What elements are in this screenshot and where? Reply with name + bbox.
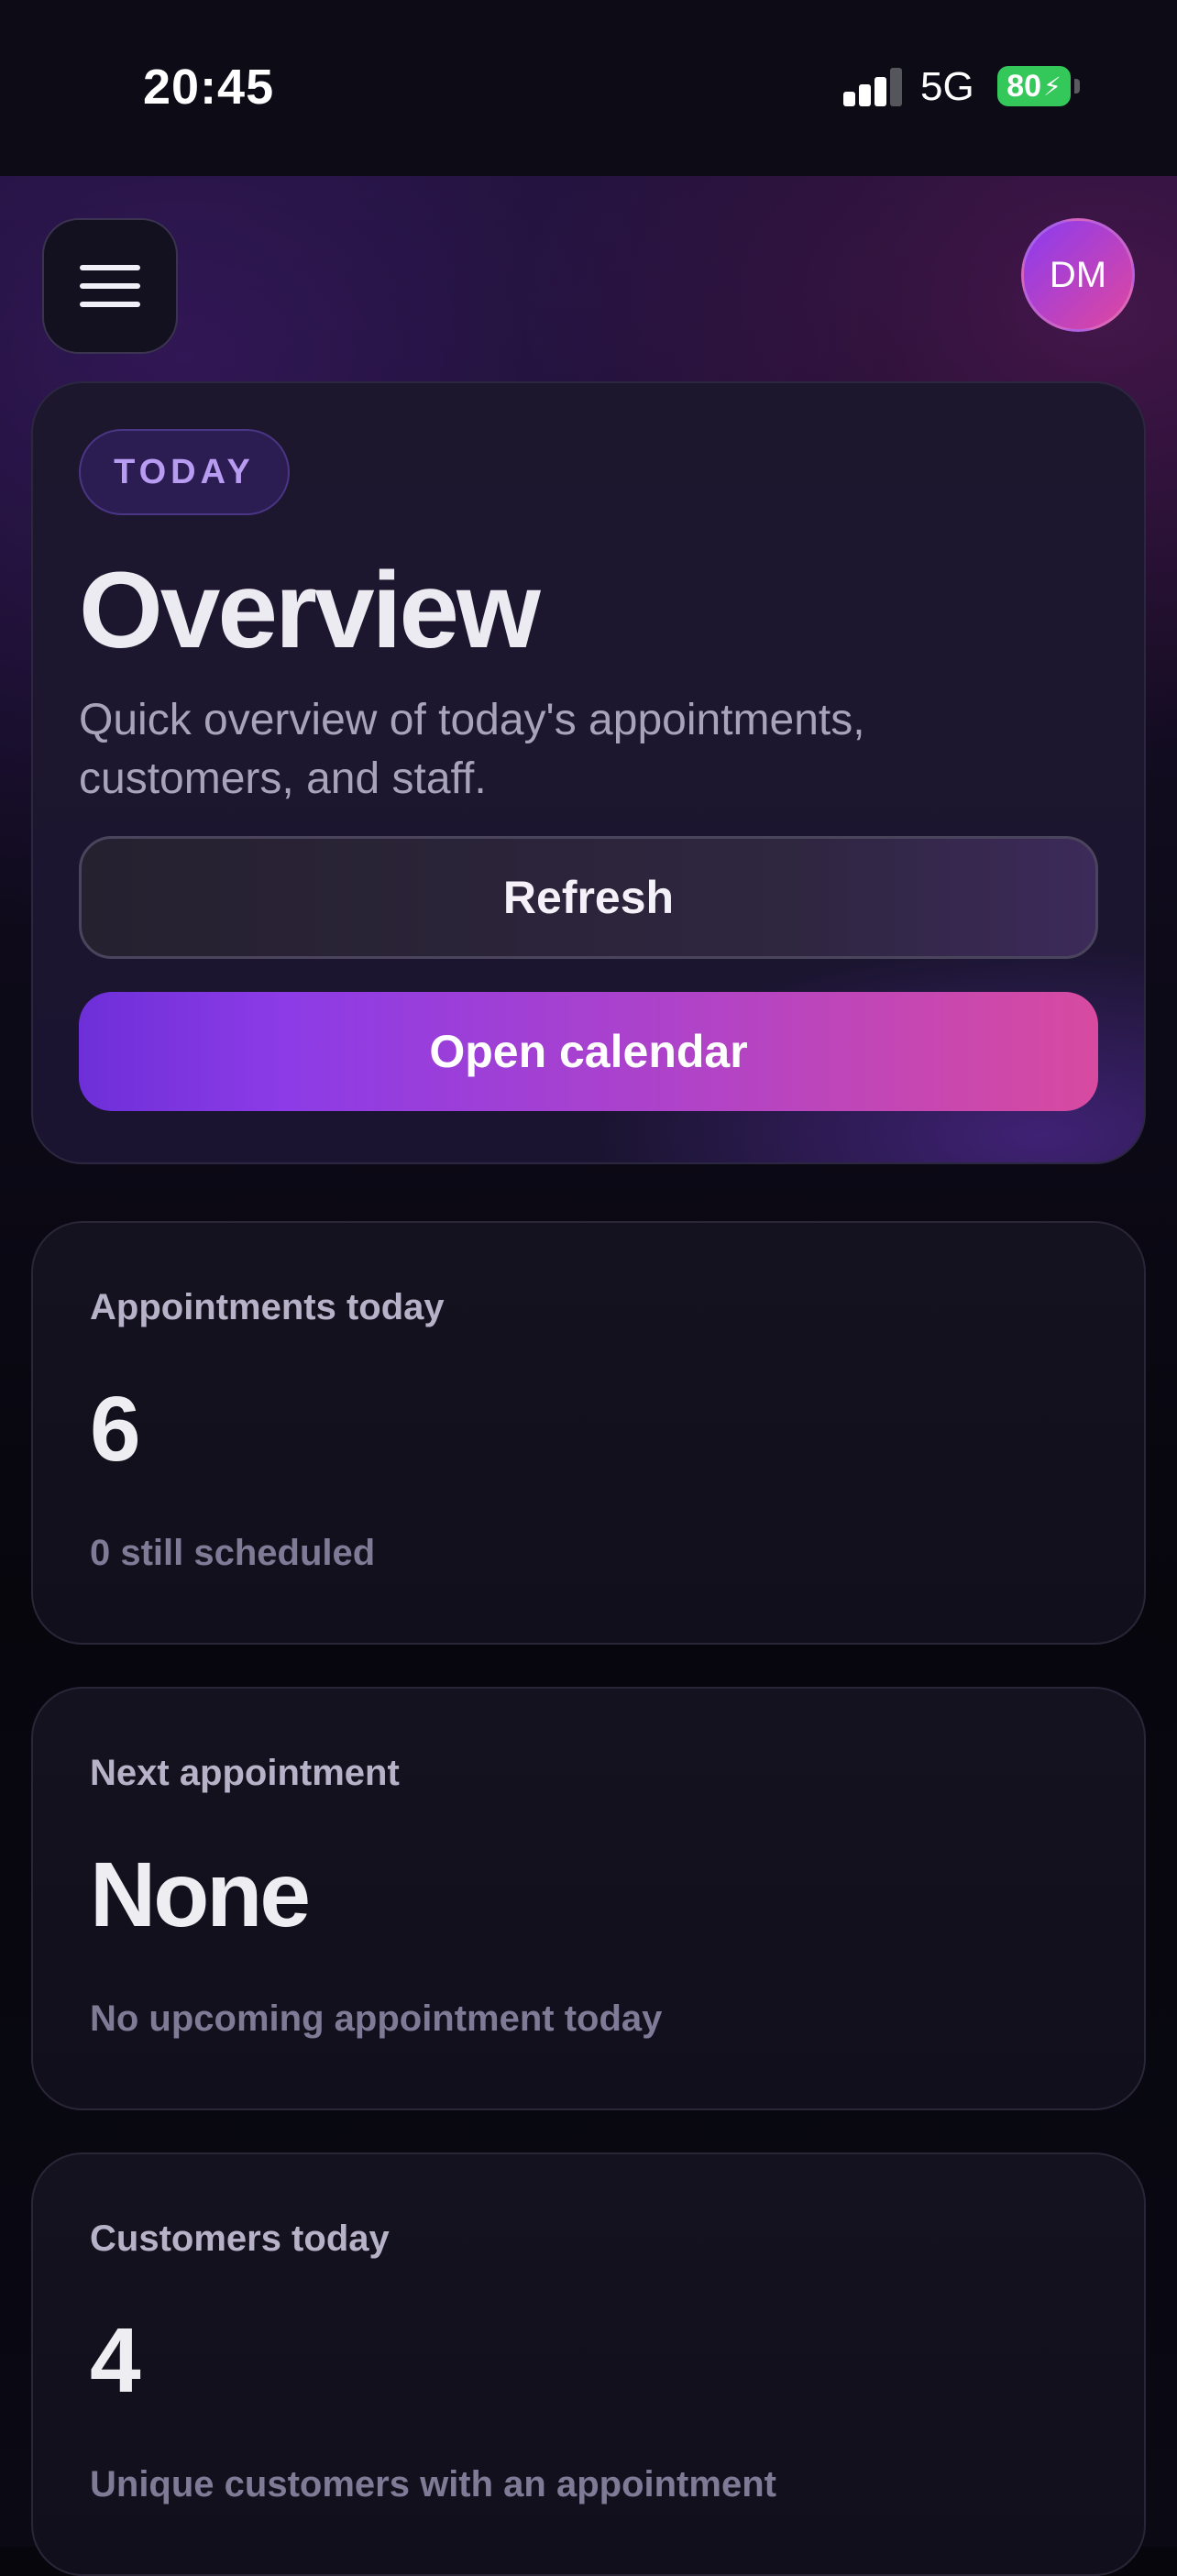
- hamburger-menu-button[interactable]: [42, 218, 178, 354]
- next-appointment-card[interactable]: Next appointment None No upcoming appoin…: [31, 1687, 1146, 2110]
- card-label: Customers today: [90, 2218, 390, 2259]
- overview-card: TODAY Overview Quick overview of today's…: [31, 381, 1146, 1164]
- user-avatar[interactable]: DM: [1021, 218, 1135, 332]
- card-note: No upcoming appointment today: [90, 1998, 663, 2039]
- card-value: 4: [90, 2309, 141, 2412]
- today-badge: TODAY: [79, 429, 290, 515]
- card-value: None: [90, 1844, 311, 1946]
- open-calendar-button[interactable]: Open calendar: [79, 992, 1098, 1111]
- card-note: 0 still scheduled: [90, 1533, 376, 1573]
- status-time: 20:45: [143, 60, 275, 115]
- card-value: 6: [90, 1378, 141, 1481]
- menu-line: [80, 265, 140, 270]
- menu-line: [80, 283, 140, 289]
- menu-line: [80, 302, 140, 307]
- page-subtitle: Quick overview of today's appointments, …: [79, 696, 865, 803]
- status-bar: 20:45 5G 80 ⚡: [0, 0, 1177, 176]
- card-label: Appointments today: [90, 1287, 445, 1327]
- charging-bolt-icon: ⚡: [1043, 72, 1062, 101]
- battery-tip: [1074, 79, 1080, 94]
- card-note: Unique customers with an appointment: [90, 2464, 776, 2504]
- page-title: Overview: [79, 550, 541, 671]
- card-label: Next appointment: [90, 1753, 400, 1793]
- battery-level: 80: [1006, 68, 1042, 104]
- cellular-signal-icon: [843, 68, 904, 106]
- network-type: 5G: [920, 64, 974, 109]
- battery-icon: 80 ⚡: [997, 66, 1071, 106]
- customers-today-card[interactable]: Customers today 4 Unique customers with …: [31, 2152, 1146, 2576]
- refresh-button[interactable]: Refresh: [79, 836, 1098, 959]
- appointments-today-card[interactable]: Appointments today 6 0 still scheduled: [31, 1221, 1146, 1645]
- dashboard-page: DM TODAY Overview Quick overview of toda…: [0, 176, 1177, 2576]
